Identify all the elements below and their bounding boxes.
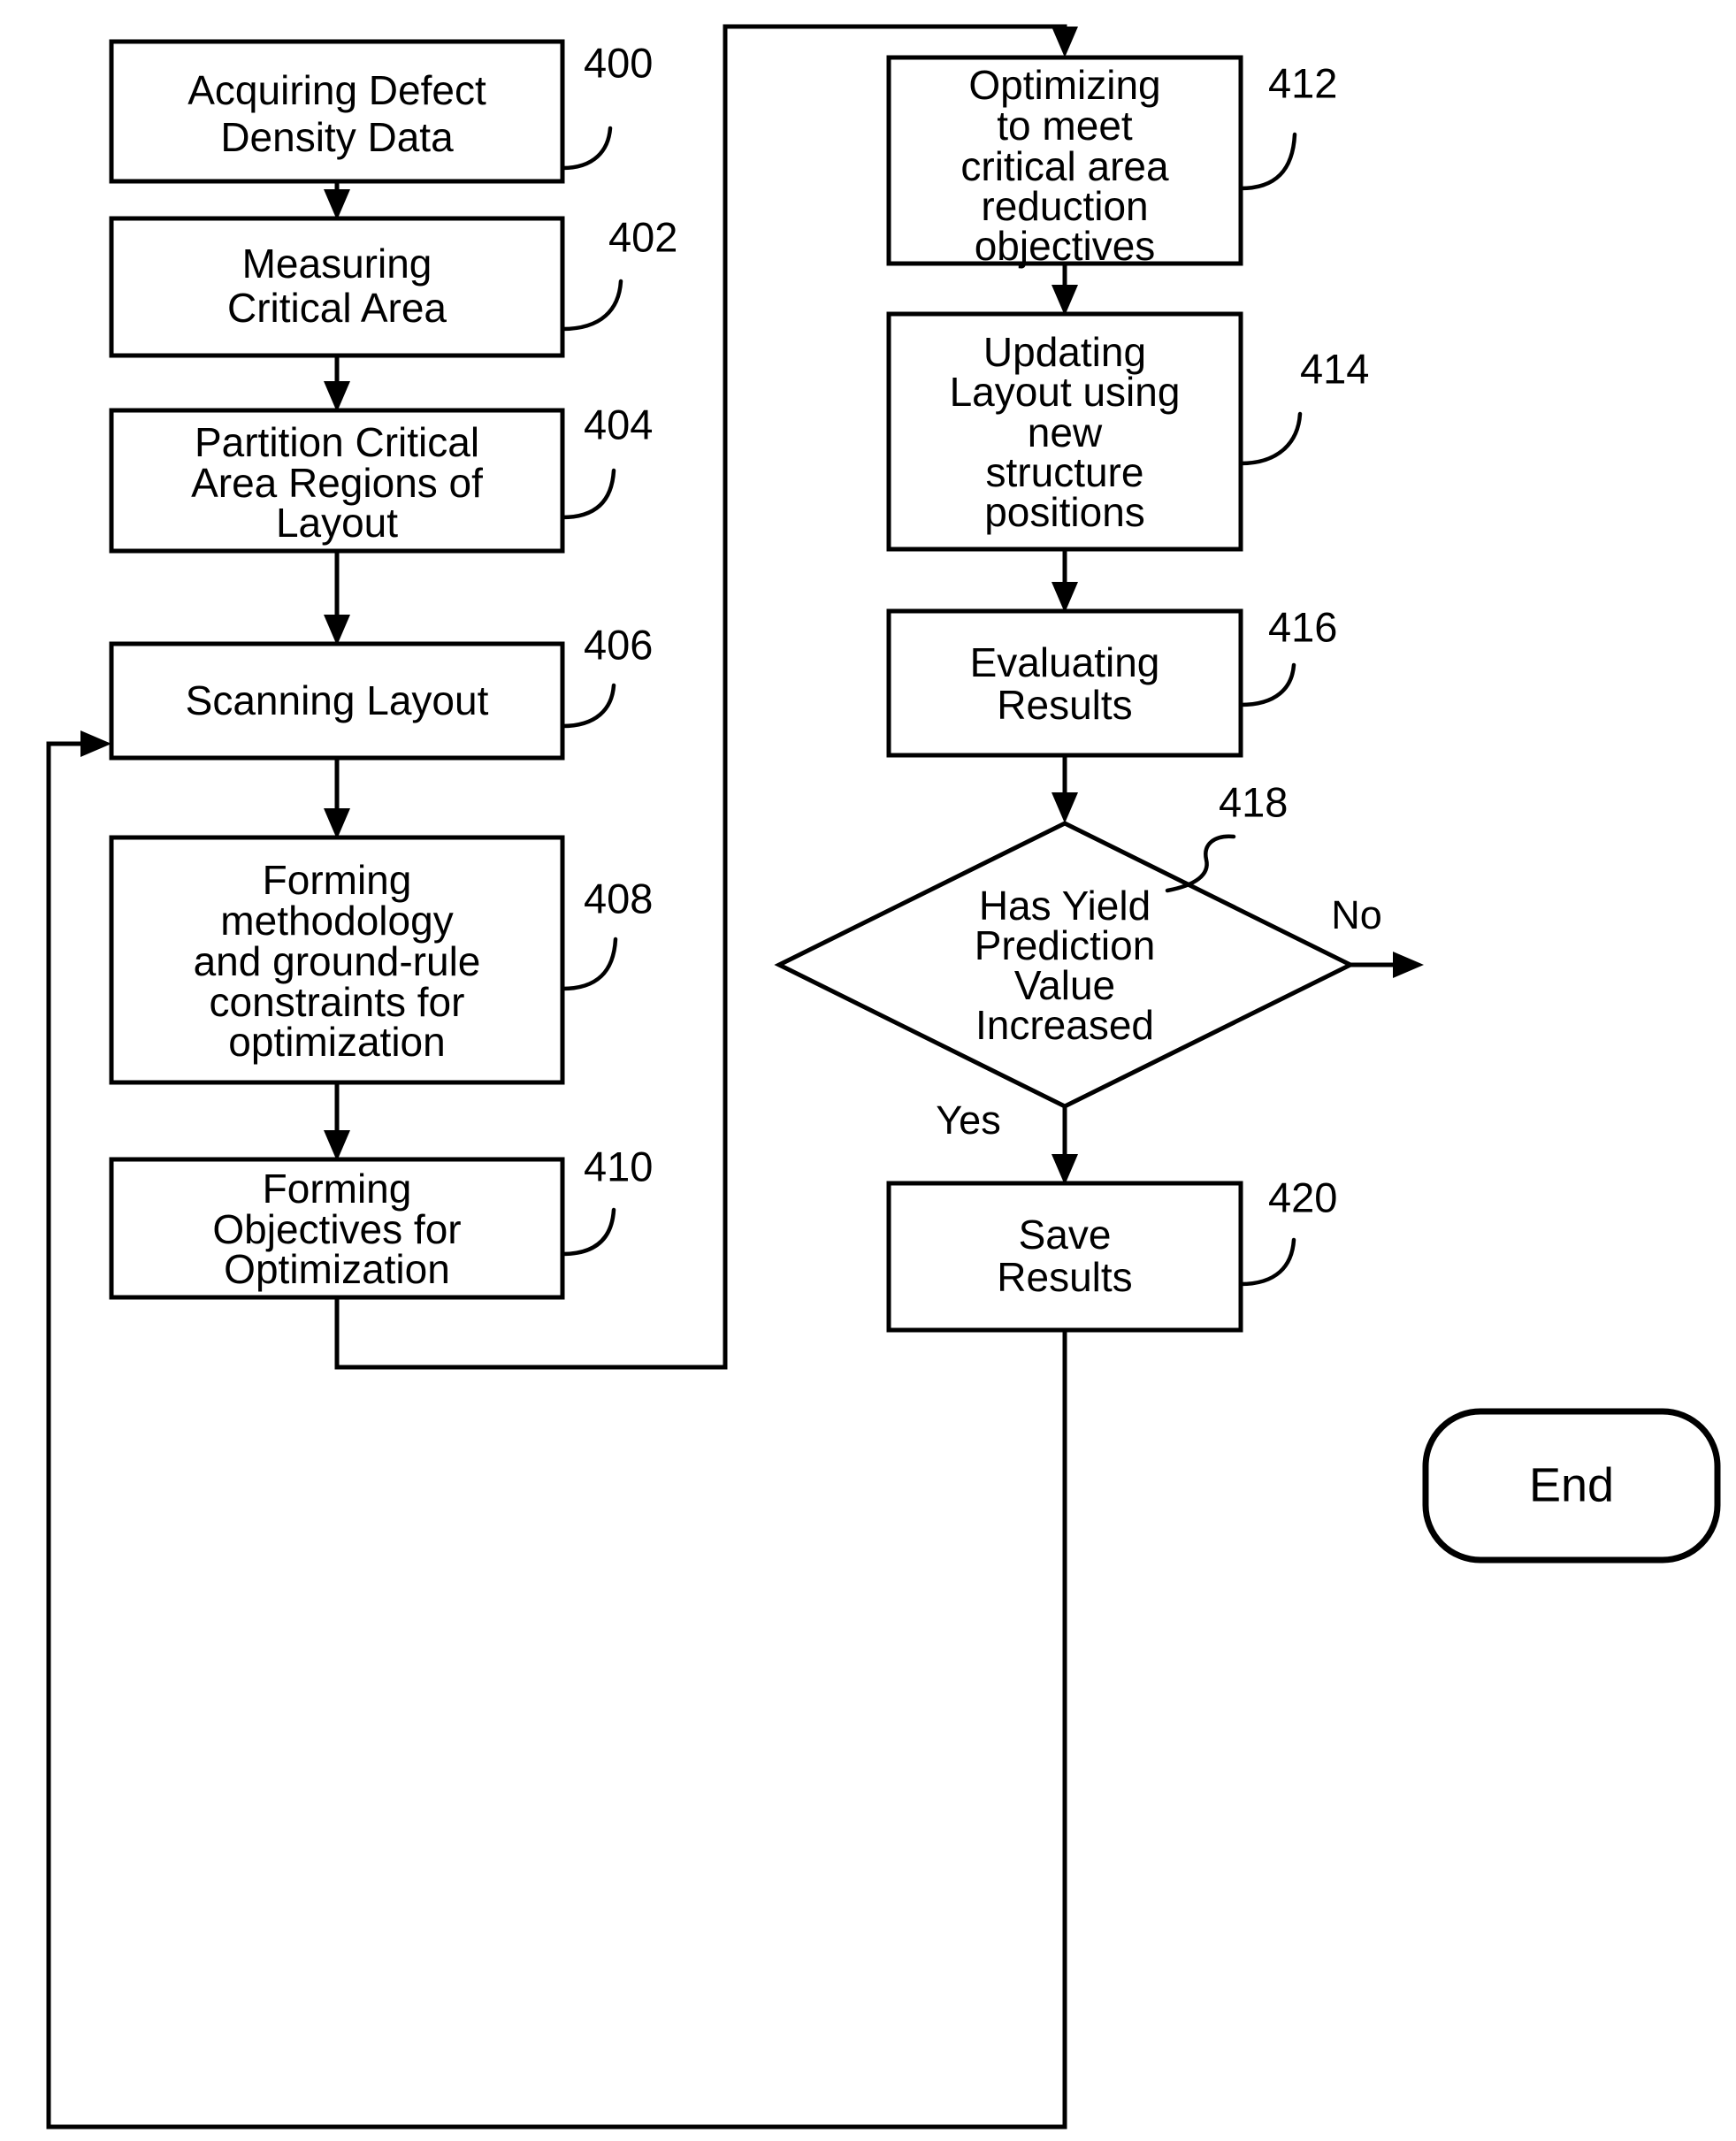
ref-label-416: 416 [1268,603,1337,650]
node-410-line-1: Forming [263,1166,412,1212]
edge-label-yes: Yes [936,1097,1000,1143]
node-measuring-critical-area[interactable]: Measuring Critical Area [109,216,565,358]
ref-label-408: 408 [584,875,653,921]
node-acquiring-defect-density-data[interactable]: Acquiring Defect Density Data [109,39,565,184]
ref-label-414: 414 [1300,345,1369,392]
connector-408-to-410 [324,1082,350,1161]
node-414-line-2: Layout using [950,369,1181,415]
connector-418-yes-to-420 [1052,1106,1078,1185]
connector-400-to-402 [324,181,350,220]
node-412-line-1: Optimizing [968,62,1160,108]
node-408-line-5: optimization [228,1019,445,1065]
node-412-line-2: to meet [997,103,1133,149]
flowchart-canvas: Acquiring Defect Density Data Measuring … [0,0,1736,2141]
node-408-line-3: and ground-rule [194,938,481,984]
ref-label-402: 402 [608,213,677,260]
node-400-line-1: Acquiring Defect [187,67,486,113]
node-418-line-4: Increased [975,1002,1154,1048]
node-404-line-1: Partition Critical [195,419,479,465]
node-updating-layout-new-positions[interactable]: Updating Layout using new structure posi… [886,311,1243,552]
node-410-line-3: Optimization [224,1246,450,1292]
ref-label-404: 404 [584,401,653,447]
leader-line-420 [1238,1237,1296,1287]
node-408-line-2: methodology [220,898,453,944]
ref-label-406: 406 [584,621,653,668]
flowchart-svg: Acquiring Defect Density Data Measuring … [46,24,1721,2130]
node-406-line-1: Scanning Layout [186,677,489,723]
node-forming-objectives-for-optimization[interactable]: Forming Objectives for Optimization [109,1157,565,1300]
ref-label-410: 410 [584,1143,653,1189]
leader-line-400 [560,126,613,171]
ref-label-400: 400 [584,39,653,86]
node-evaluating-results[interactable]: Evaluating Results [886,608,1243,758]
node-scanning-layout[interactable]: Scanning Layout [109,641,565,761]
node-420-line-1: Save [1019,1212,1112,1258]
connector-406-to-408 [324,758,350,839]
leader-line-404 [560,468,616,520]
node-416-line-1: Evaluating [970,639,1160,685]
node-end-label: End [1529,1458,1614,1511]
node-partition-critical-area-regions[interactable]: Partition Critical Area Regions of Layou… [109,408,565,554]
leader-line-410 [560,1207,616,1257]
leader-line-402 [560,279,623,332]
node-forming-methodology-constraints[interactable]: Forming methodology and ground-rule cons… [109,835,565,1085]
leader-line-416 [1238,662,1296,707]
connector-404-to-406 [324,551,350,646]
leader-line-412 [1238,132,1297,191]
node-save-results[interactable]: Save Results [886,1181,1243,1333]
node-416-line-2: Results [997,682,1132,728]
leader-line-414 [1238,411,1303,466]
node-end-terminator[interactable]: End [1422,1408,1721,1564]
ref-label-420: 420 [1268,1174,1337,1220]
connector-414-to-416 [1052,549,1078,613]
node-400-line-2: Density Data [220,114,454,160]
ref-label-418: 418 [1219,778,1288,825]
node-420-line-2: Results [997,1254,1132,1300]
node-404-line-3: Layout [276,500,398,546]
node-412-line-5: objectives [975,223,1156,269]
connector-402-to-404 [324,356,350,412]
node-402-line-2: Critical Area [227,285,447,331]
node-optimizing-to-meet-objectives[interactable]: Optimizing to meet critical area reducti… [886,55,1243,269]
connector-412-to-414 [1052,264,1078,316]
leader-line-406 [560,683,616,729]
node-402-line-1: Measuring [242,241,432,287]
node-408-line-1: Forming [263,857,412,903]
node-decision-has-yield-prediction-increased[interactable]: Has Yield Prediction Value Increased [774,821,1356,1109]
leader-line-408 [560,937,618,991]
node-414-line-5: positions [984,489,1145,535]
ref-label-412: 412 [1268,59,1337,106]
edge-label-no: No [1331,892,1382,937]
connector-416-to-418 [1052,755,1078,823]
connector-418-no-to-end [1349,952,1424,978]
